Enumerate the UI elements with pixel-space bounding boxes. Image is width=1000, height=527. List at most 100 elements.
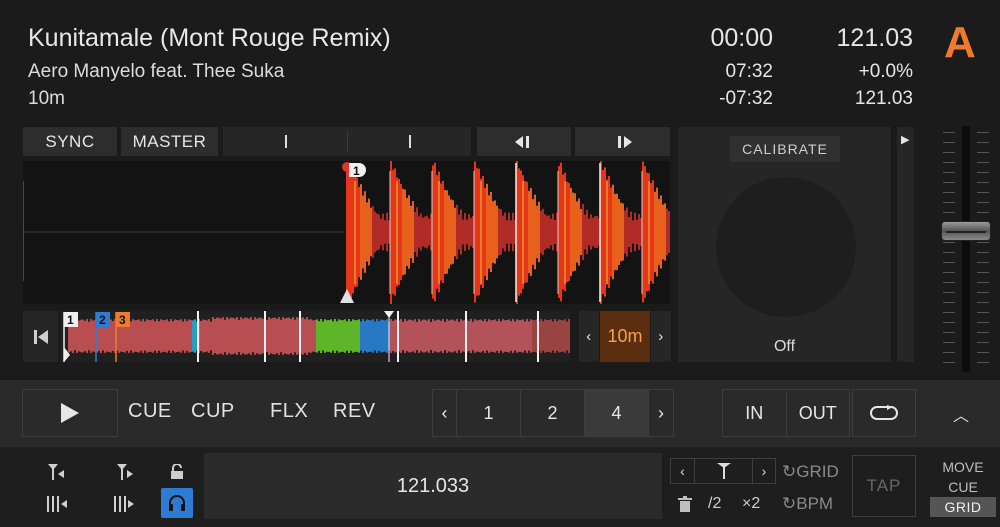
page-4-button[interactable]: 4 [585,390,649,436]
fader-tick [977,252,989,253]
collapse-button[interactable]: ︿ [946,400,976,428]
play-button[interactable] [22,389,118,437]
track-overview[interactable]: 1 23 [60,311,570,362]
loop-in-button[interactable]: IN [723,390,787,436]
bpm-half-button[interactable]: /2 [708,495,721,513]
jump-to-start-button[interactable] [23,311,58,362]
waveform-transient [522,181,524,284]
grid-prev-button[interactable]: ‹ [671,459,695,483]
waveform-bar [518,168,520,296]
overview-bar [458,321,460,351]
waveform-bar [664,203,666,261]
master-button[interactable]: MASTER [121,127,218,156]
tempo-pitch: +0.0% [858,61,913,82]
reverse-button[interactable]: REV [333,400,376,423]
chevron-left-icon: ‹ [441,402,448,423]
overview-bar [138,319,140,353]
sync-button[interactable]: SYNC [23,127,117,156]
grid-next-button[interactable]: › [753,459,775,483]
svg-text:1: 1 [67,313,74,327]
overview-bar [496,321,498,351]
platter-disc[interactable] [716,177,856,317]
loop-size-display[interactable]: 10m [600,311,650,362]
deck-letter[interactable]: A [944,18,976,68]
loop-size-increase-button[interactable]: › [651,311,671,362]
move-grid-button[interactable]: GRID [930,497,996,517]
overview-bar [158,321,160,351]
overview-bar [134,320,136,352]
cue-button[interactable]: CUE [128,400,172,423]
grid-move-left-button[interactable] [45,492,71,516]
page-1-button[interactable]: 1 [457,390,521,436]
grid-marker-button[interactable] [695,459,753,483]
waveform-bar [554,220,556,244]
trash-icon [678,496,692,512]
overview-bar [456,319,458,353]
waveform-bar [646,172,648,292]
reset-bpm-button[interactable]: ↻BPM [782,494,833,514]
waveform-bar [634,212,636,252]
overview-bar [252,319,254,353]
beatjump-forward-button[interactable] [575,127,670,156]
waveform-bar [440,183,442,281]
page-2-button[interactable]: 2 [521,390,585,436]
fader-tick [977,132,989,133]
tempo-fader[interactable] [935,124,995,374]
waveform-bar [420,213,422,251]
flux-button[interactable]: FLX [270,400,308,423]
overview-bar [550,319,552,353]
overview-bar [296,317,298,355]
overview-bar [144,321,146,351]
waveform-view[interactable]: 1 [23,161,670,304]
grid-move-right-icon [114,496,134,512]
phase-divider [347,131,348,152]
waveform-bar [352,170,354,294]
loop-size-decrease-button[interactable]: ‹ [579,311,599,362]
overview-bar [328,320,330,352]
waveform-bar [374,211,376,253]
grid-move-right-button[interactable] [112,492,138,516]
waveform-bar [464,212,466,252]
waveform-bar [398,178,400,286]
waveform-bar [356,177,358,287]
overview-bar [366,319,368,353]
overview-bar [392,320,394,352]
move-cue-label[interactable]: CUE [930,477,996,497]
calibrate-button[interactable]: CALIBRATE [730,136,840,162]
overview-bar [504,320,506,352]
headphone-cue-button[interactable] [161,488,193,518]
cue-move-right-button[interactable] [112,460,138,484]
panel-expand-button[interactable]: ▶ [897,127,914,362]
waveform-bar [566,181,568,283]
waveform-canvas: 1 [23,161,670,304]
overview-bar [410,319,412,353]
cue-move-right-icon [117,464,133,480]
overview-bar [294,319,296,353]
delete-grid-button[interactable] [674,493,696,515]
overview-bar [132,319,134,353]
waveform-bar [406,198,408,266]
fader-handle[interactable] [941,221,991,241]
overview-bar [162,320,164,352]
page-next-button[interactable]: › [649,390,673,436]
overview-bar [316,319,318,353]
loop-out-button[interactable]: OUT [787,390,850,436]
cue-move-left-button[interactable] [45,460,71,484]
cup-button[interactable]: CUP [191,400,235,423]
overview-bar [350,321,352,351]
fader-tick [977,292,989,293]
overview-bar [232,317,234,355]
overview-bar [228,318,230,354]
overview-bar [360,321,362,351]
tap-button[interactable]: TAP [852,455,916,517]
beatjump-back-button[interactable] [477,127,571,156]
overview-bar [362,319,364,353]
play-icon [61,403,79,423]
bpm-double-button[interactable]: ×2 [742,495,760,513]
page-prev-button[interactable]: ‹ [433,390,457,436]
lock-button[interactable] [164,460,190,484]
overview-bar [422,319,424,353]
reset-grid-button[interactable]: ↻GRID [782,462,839,482]
loop-active-button[interactable] [852,389,916,437]
fader-tick [977,352,989,353]
